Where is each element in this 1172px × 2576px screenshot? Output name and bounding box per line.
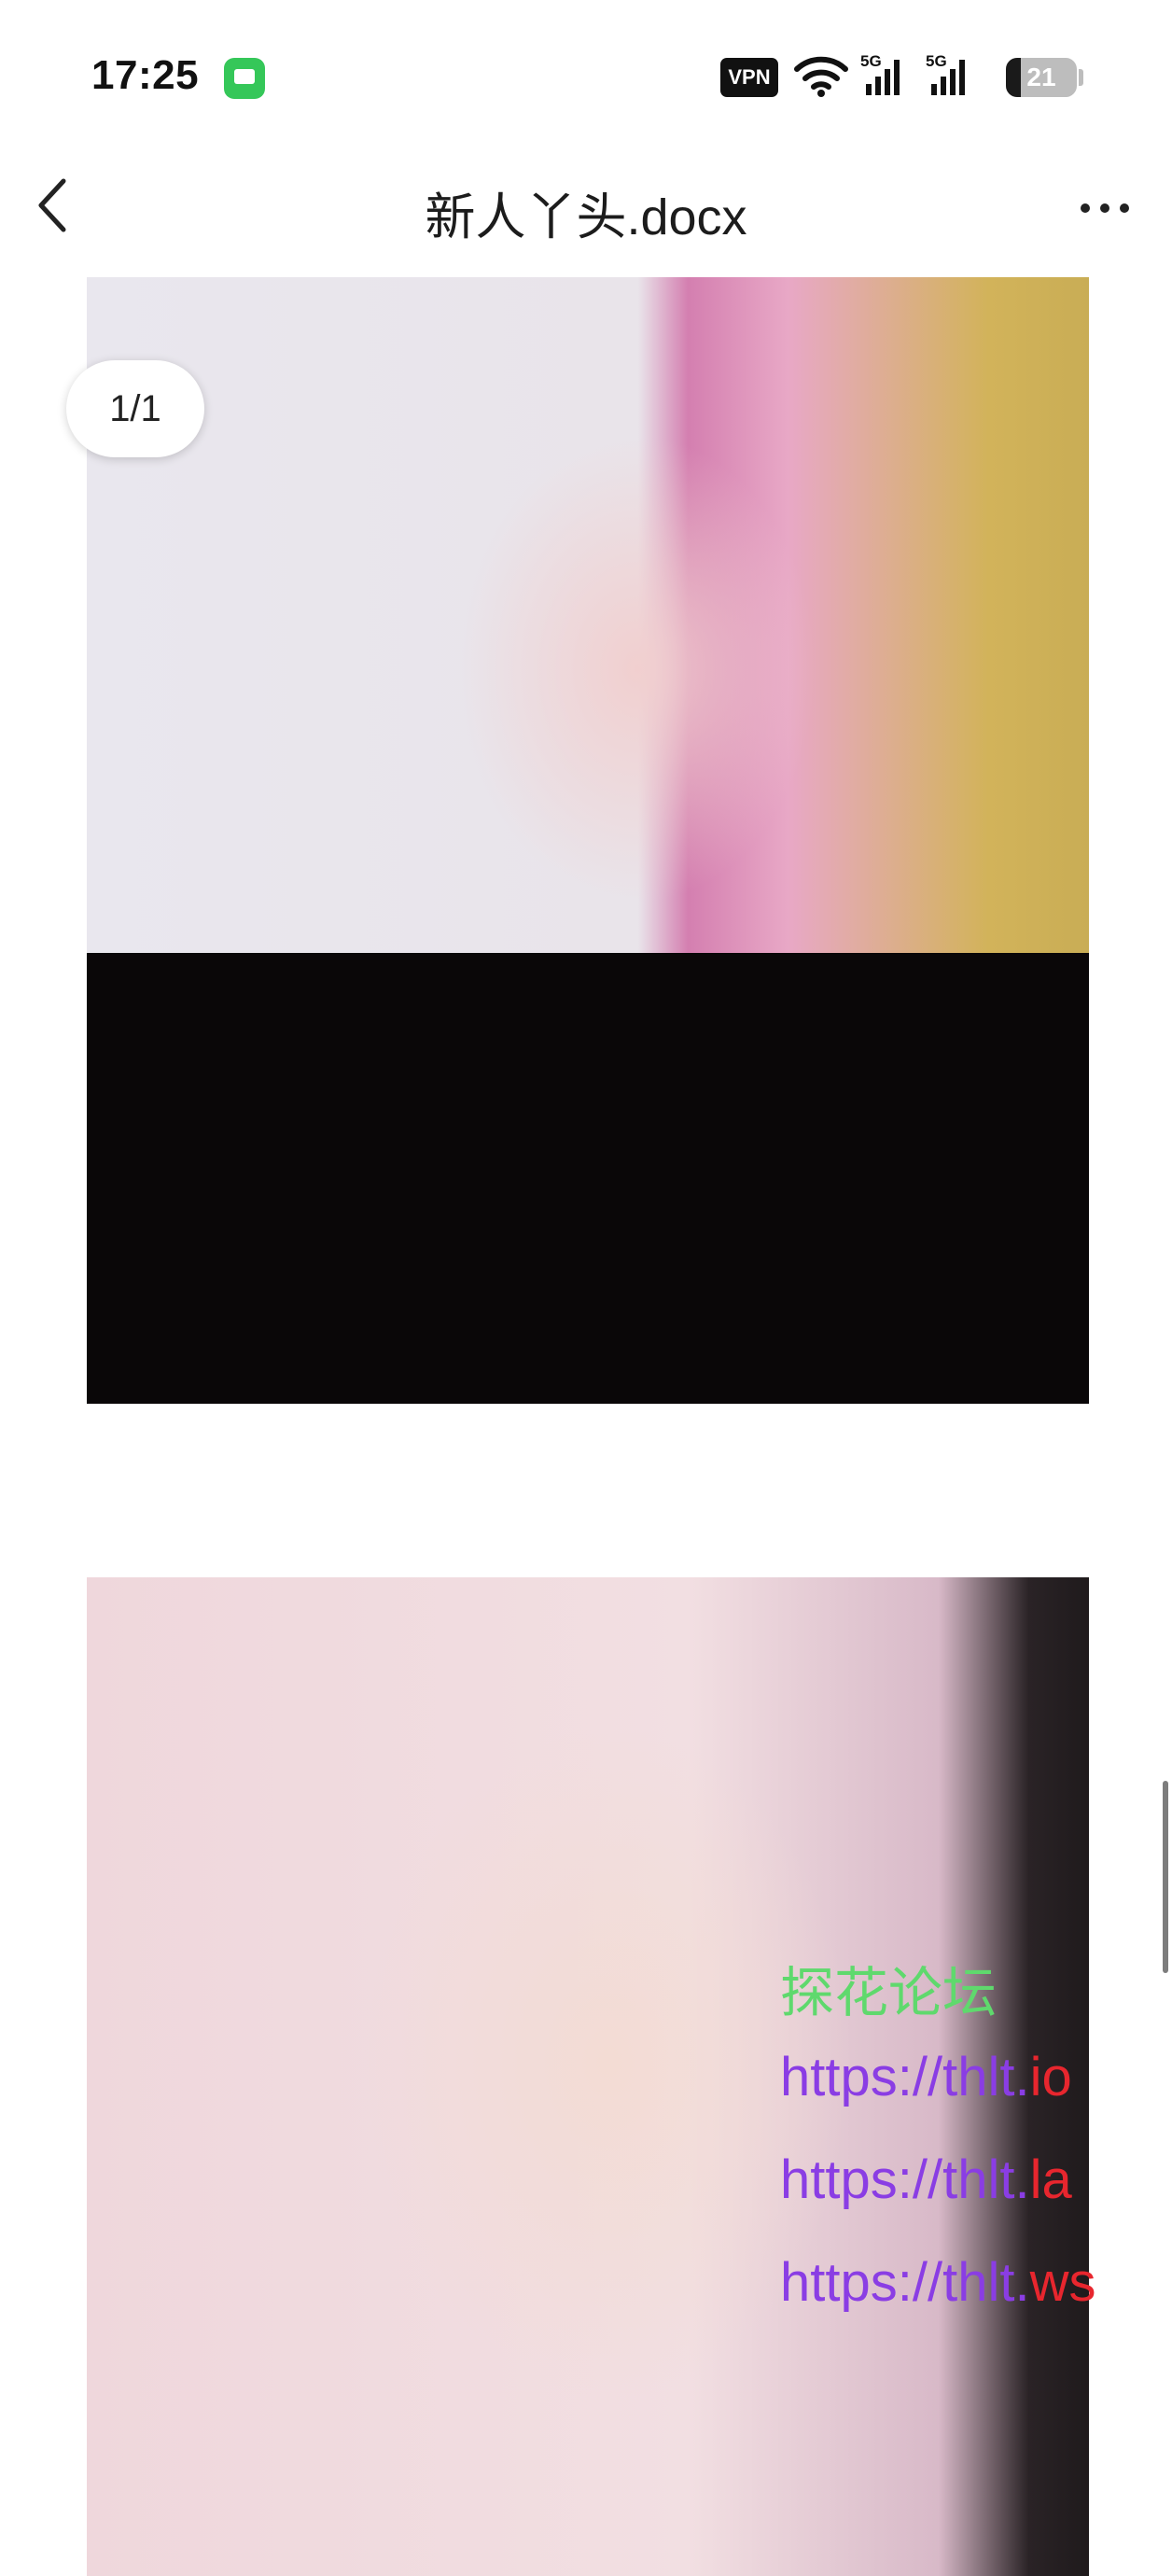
document-photo-1 — [87, 277, 1089, 1404]
scrollbar-thumb[interactable] — [1163, 1781, 1168, 1973]
back-icon — [38, 178, 66, 232]
battery-icon: 21 — [1006, 58, 1077, 97]
messages-app-icon — [224, 58, 265, 99]
title-bar: 新人丫头.docx — [0, 149, 1172, 261]
watermark-link-ws: https://thlt.ws — [780, 2251, 1095, 2314]
back-button[interactable] — [26, 170, 82, 241]
watermark-forum-name: 探花论坛 — [780, 1963, 998, 2023]
status-bar: 17:25 VPN 5G 5G 21 — [0, 0, 1172, 149]
watermark-link-suffix: ws — [1029, 2252, 1096, 2313]
status-time: 17:25 — [91, 52, 200, 98]
watermark-link-la: https://thlt.la — [780, 2149, 1072, 2211]
document-viewer[interactable]: 1/1 — [0, 261, 1172, 2576]
watermark-link-suffix: io — [1029, 2047, 1072, 2107]
document-title: 新人丫头.docx — [425, 189, 747, 245]
wifi-icon — [794, 56, 848, 97]
more-button[interactable] — [1069, 181, 1140, 233]
battery-tip — [1079, 69, 1083, 86]
watermark-link-prefix: https://thlt. — [780, 2149, 1030, 2210]
watermark-link-prefix: https://thlt. — [780, 2252, 1030, 2313]
page-indicator: 1/1 — [66, 360, 204, 457]
watermark-link-prefix: https://thlt. — [780, 2047, 1030, 2107]
watermark-link-io: https://thlt.io — [780, 2046, 1072, 2108]
watermark-link-suffix: la — [1029, 2149, 1072, 2210]
vpn-icon: VPN — [720, 58, 778, 97]
battery-level: 21 — [1026, 63, 1056, 91]
